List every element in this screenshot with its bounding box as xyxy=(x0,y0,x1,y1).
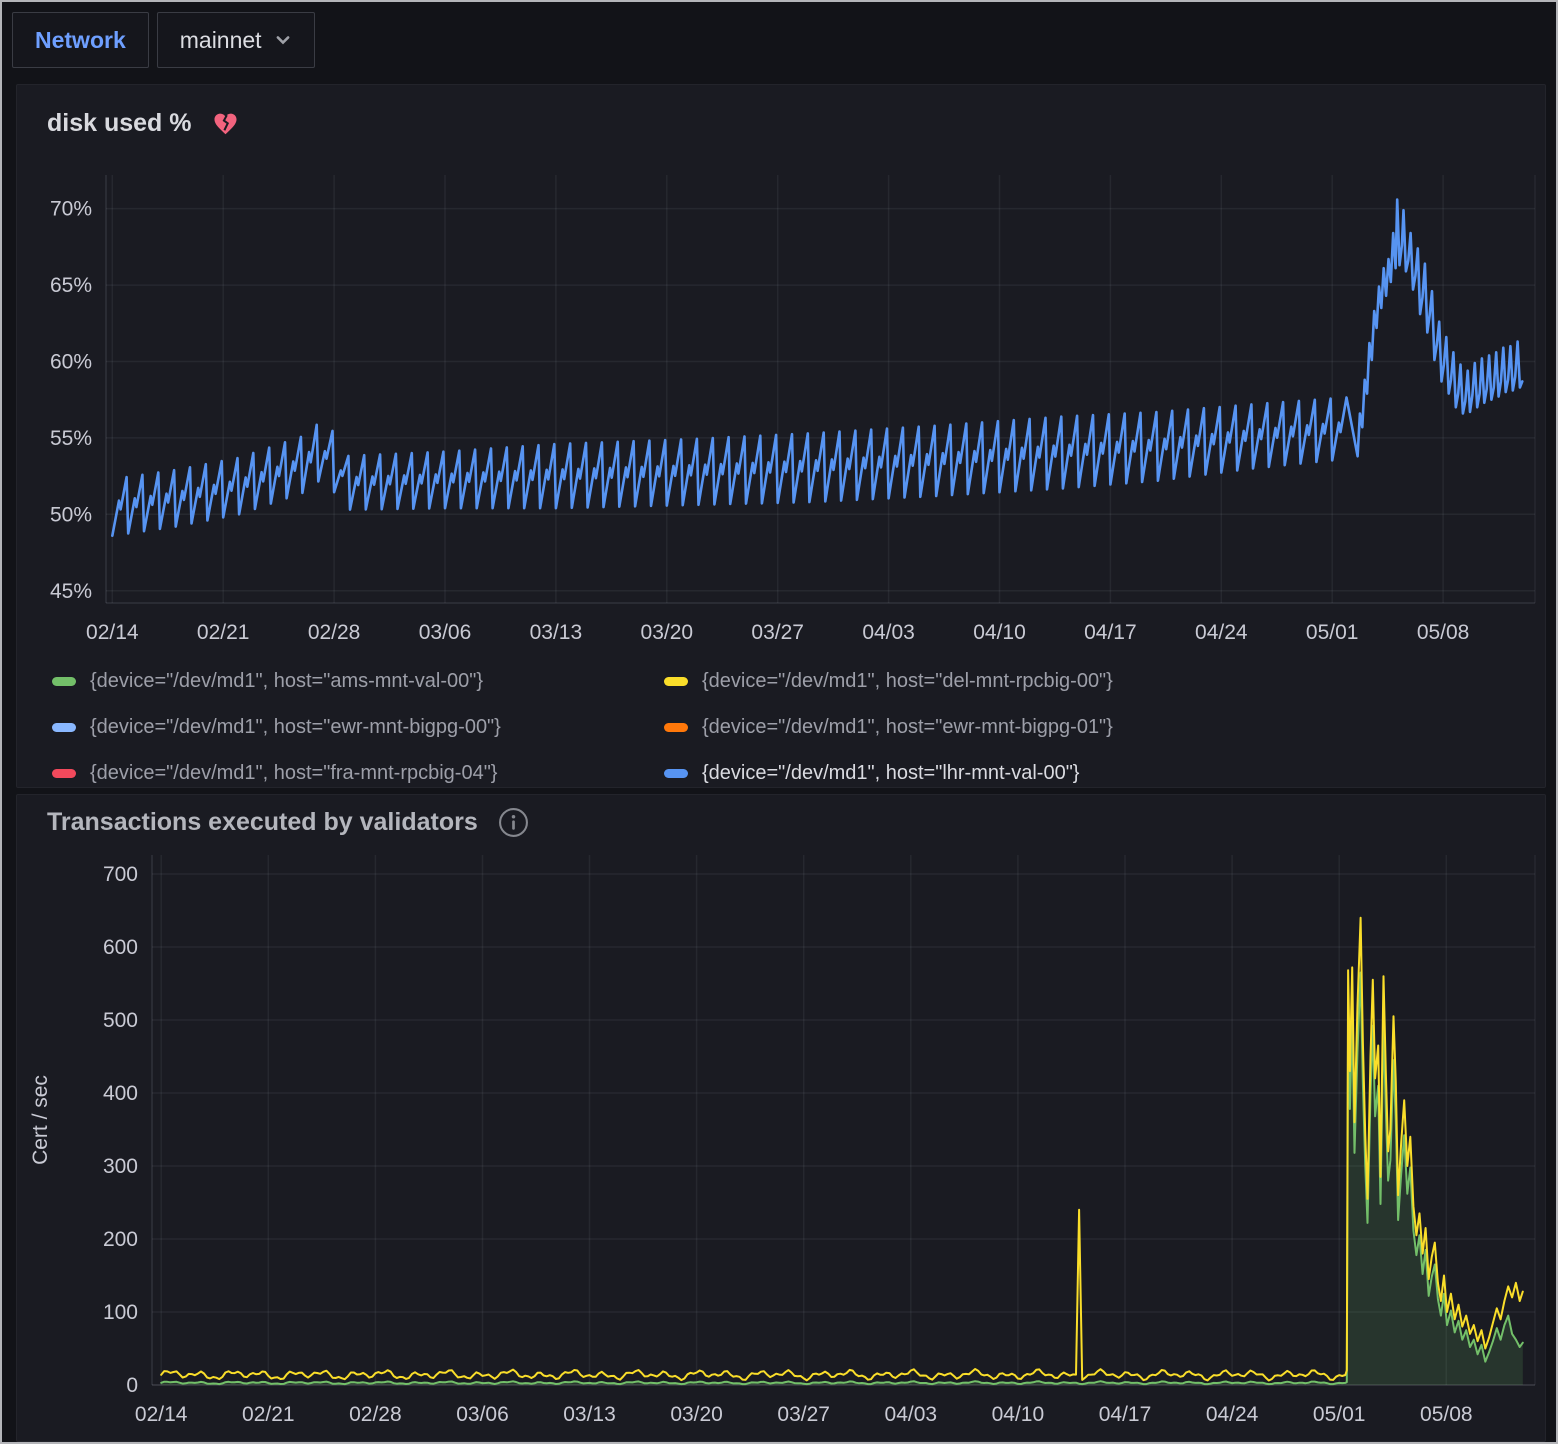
svg-text:700: 700 xyxy=(103,863,138,886)
svg-text:04/10: 04/10 xyxy=(992,1403,1045,1426)
svg-text:04/03: 04/03 xyxy=(862,621,915,644)
svg-text:65%: 65% xyxy=(50,274,92,297)
svg-text:02/28: 02/28 xyxy=(308,621,361,644)
svg-text:03/27: 03/27 xyxy=(751,621,804,644)
series-color-swatch xyxy=(52,677,76,686)
svg-text:03/27: 03/27 xyxy=(777,1403,830,1426)
network-value: mainnet xyxy=(180,27,262,54)
legend-series-label: {device="/dev/md1", host="fra-mnt-rpcbig… xyxy=(90,762,498,785)
svg-text:100: 100 xyxy=(103,1301,138,1324)
svg-text:04/24: 04/24 xyxy=(1206,1403,1259,1426)
alert-broken-heart-icon[interactable] xyxy=(212,111,239,136)
svg-text:60%: 60% xyxy=(50,351,92,374)
grafana-dashboard: Network mainnet disk used % 45% 50% 55% 60%… xyxy=(0,0,1558,1444)
legend-series-label: {device="/dev/md1", host="ewr-mnt-bigpg-… xyxy=(90,716,501,739)
panel-transactions: Transactions executed by validators 0 100… xyxy=(16,794,1546,1442)
svg-text:04/03: 04/03 xyxy=(885,1403,938,1426)
legend-series-label: {device="/dev/md1", host="ams-mnt-val-00… xyxy=(90,670,483,693)
svg-text:70%: 70% xyxy=(50,198,92,221)
transactions-chart[interactable]: 0 100 200 300 400 500 600 700 02/14 02/21 02/28 03/… xyxy=(17,841,1546,1431)
chevron-down-icon xyxy=(274,31,292,49)
dashboard-variable-bar: Network mainnet xyxy=(2,2,1556,80)
svg-text:400: 400 xyxy=(103,1082,138,1105)
svg-text:200: 200 xyxy=(103,1228,138,1251)
network-label: Network xyxy=(35,27,126,54)
legend-item[interactable]: {device="/dev/md1", host="lhr-mnt-val-00… xyxy=(664,750,1545,788)
series-color-swatch xyxy=(52,723,76,732)
svg-text:02/21: 02/21 xyxy=(242,1403,295,1426)
legend-series-label: {device="/dev/md1", host="del-mnt-rpcbig… xyxy=(702,670,1113,693)
svg-text:03/13: 03/13 xyxy=(530,621,583,644)
network-variable-dropdown[interactable]: mainnet xyxy=(157,12,315,68)
svg-text:55%: 55% xyxy=(50,427,92,450)
disk-chart-legend: {device="/dev/md1", host="ams-mnt-val-00… xyxy=(17,652,1545,788)
panel-title-transactions: Transactions executed by validators xyxy=(47,808,478,837)
legend-item[interactable]: {device="/dev/md1", host="del-mnt-rpcbig… xyxy=(664,658,1545,704)
svg-text:03/13: 03/13 xyxy=(563,1403,616,1426)
svg-text:500: 500 xyxy=(103,1009,138,1032)
info-icon[interactable] xyxy=(498,807,529,838)
svg-text:300: 300 xyxy=(103,1155,138,1178)
svg-text:05/08: 05/08 xyxy=(1420,1403,1473,1426)
svg-text:600: 600 xyxy=(103,936,138,959)
svg-text:05/08: 05/08 xyxy=(1417,621,1470,644)
svg-text:Cert / sec: Cert / sec xyxy=(29,1075,52,1165)
svg-text:03/20: 03/20 xyxy=(641,621,694,644)
svg-text:02/28: 02/28 xyxy=(349,1403,402,1426)
legend-series-label: {device="/dev/md1", host="ewr-mnt-bigpg-… xyxy=(702,716,1113,739)
panel-disk-used: disk used % 45% 50% 55% 60% 65% 70% 02/14 02/21… xyxy=(16,84,1546,788)
legend-item[interactable]: {device="/dev/md1", host="fra-mnt-rpcbig… xyxy=(52,750,664,788)
svg-text:02/14: 02/14 xyxy=(135,1403,188,1426)
svg-text:03/06: 03/06 xyxy=(419,621,472,644)
series-color-swatch xyxy=(664,769,688,778)
svg-text:45%: 45% xyxy=(50,580,92,603)
network-variable-label: Network xyxy=(12,12,149,68)
svg-text:0: 0 xyxy=(126,1374,138,1397)
svg-text:50%: 50% xyxy=(50,503,92,526)
svg-text:02/21: 02/21 xyxy=(197,621,250,644)
series-color-swatch xyxy=(52,769,76,778)
svg-text:02/14: 02/14 xyxy=(86,621,139,644)
svg-text:04/10: 04/10 xyxy=(973,621,1026,644)
legend-series-label: {device="/dev/md1", host="lhr-mnt-val-00… xyxy=(702,762,1079,785)
svg-text:04/24: 04/24 xyxy=(1195,621,1248,644)
disk-usage-chart[interactable]: 45% 50% 55% 60% 65% 70% 02/14 02/21 02/28 03/06 03… xyxy=(17,155,1546,647)
svg-text:04/17: 04/17 xyxy=(1099,1403,1152,1426)
svg-text:05/01: 05/01 xyxy=(1313,1403,1366,1426)
panel-title-disk-used: disk used % xyxy=(47,109,192,138)
legend-item[interactable]: {device="/dev/md1", host="ams-mnt-val-00… xyxy=(52,658,664,704)
svg-text:03/20: 03/20 xyxy=(670,1403,723,1426)
svg-text:04/17: 04/17 xyxy=(1084,621,1137,644)
series-color-swatch xyxy=(664,723,688,732)
series-color-swatch xyxy=(664,677,688,686)
svg-text:03/06: 03/06 xyxy=(456,1403,509,1426)
svg-text:05/01: 05/01 xyxy=(1306,621,1359,644)
legend-item[interactable]: {device="/dev/md1", host="ewr-mnt-bigpg-… xyxy=(664,704,1545,750)
legend-item[interactable]: {device="/dev/md1", host="ewr-mnt-bigpg-… xyxy=(52,704,664,750)
